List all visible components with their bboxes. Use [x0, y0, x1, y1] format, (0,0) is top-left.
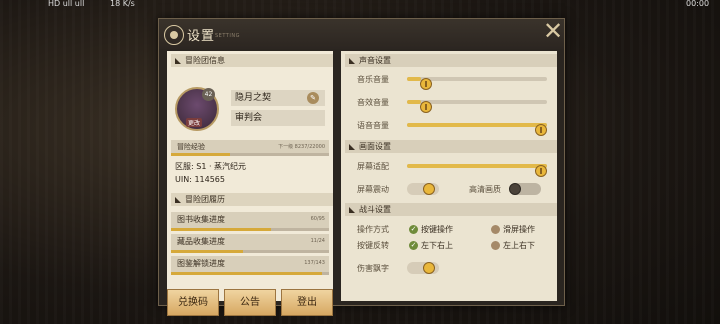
slider-knob-icon[interactable]: [535, 124, 547, 136]
sfx-volume-row: 音效音量: [345, 94, 553, 113]
history-value: 11/24: [310, 238, 325, 244]
page-title: 设置: [187, 29, 216, 44]
history-bar: [171, 228, 329, 231]
signal-indicator: HD ull ull: [48, 0, 85, 8]
music-volume-label: 音乐音量: [357, 75, 389, 84]
slider-knob-icon[interactable]: [535, 165, 547, 177]
history-bar-fill: [171, 272, 323, 275]
change-avatar-label[interactable]: 更改: [186, 118, 203, 127]
option-swipe-operation[interactable]: 滑屏操作: [491, 224, 535, 235]
exp-value: 下一级 8237/22000: [278, 144, 325, 150]
network-speed: 18 K/s: [110, 0, 135, 8]
history-row-collection: 藏品收集进度 11/24: [171, 234, 329, 253]
settings-emblem-icon: [164, 25, 184, 45]
music-volume-row: 音乐音量: [345, 71, 553, 90]
check-icon: ✓: [409, 225, 418, 234]
check-icon: ✓: [409, 241, 418, 250]
close-icon[interactable]: ✕: [543, 19, 563, 43]
screen-shake-toggle[interactable]: [407, 183, 439, 195]
sound-section-header: 声音设置: [345, 54, 557, 67]
key-reverse-label: 按键反转: [357, 241, 389, 250]
history-section-header: 冒险团履历: [171, 193, 333, 206]
history-bar: [171, 272, 329, 275]
clock: 00:00: [686, 0, 710, 8]
exp-label: 冒险经验: [177, 143, 205, 151]
history-label: 藏品收集进度: [177, 237, 225, 246]
history-value: 60/95: [310, 216, 325, 222]
page-subtitle: SETTING: [215, 33, 240, 39]
radio-off-icon: [491, 225, 500, 234]
guild-field: 审判会: [231, 110, 325, 126]
voice-volume-row: 语音音量: [345, 117, 553, 136]
hd-quality-label: 高清画质: [469, 185, 501, 194]
server-text: 区服: S1 · 蒸汽纪元: [175, 162, 247, 171]
voice-volume-label: 语音音量: [357, 121, 389, 130]
slider-knob-icon[interactable]: [419, 101, 432, 113]
sfx-volume-slider[interactable]: [407, 100, 547, 113]
settings-column: 声音设置 音乐音量 音效音量 语音音量 画面设置 屏幕适配 屏幕震动 高清画质 …: [341, 51, 557, 301]
level-badge: 42: [202, 88, 215, 101]
display-section-header: 画面设置: [345, 140, 557, 153]
settings-panel: 设置 SETTING ✕ 冒险团信息 42 更改 隐月之契 ✎ 审判会 冒险经验…: [158, 18, 565, 316]
exp-row: 冒险经验 下一级 8237/22000: [171, 140, 329, 153]
screen-fit-row: 屏幕适配: [345, 158, 553, 177]
music-volume-slider[interactable]: [407, 77, 547, 90]
operation-mode-row: 操作方式 ✓ 按键操作 滑屏操作: [345, 221, 553, 237]
option-left-down-right-up[interactable]: ✓ 左下右上: [409, 240, 453, 251]
voice-volume-slider[interactable]: [407, 123, 547, 136]
history-bar-fill: [171, 250, 244, 253]
damage-text-row: 伤害飘字: [345, 260, 553, 276]
screen-fit-label: 屏幕适配: [357, 162, 389, 171]
hd-quality-toggle[interactable]: [509, 183, 541, 195]
history-row-codex: 图鉴解锁进度 137/143: [171, 256, 329, 275]
screen-fit-slider[interactable]: [407, 164, 547, 177]
history-label: 图鉴解锁进度: [177, 259, 225, 268]
uin-text: UIN: 114565: [175, 175, 225, 184]
option-left-up-right-down[interactable]: 左上右下: [491, 240, 535, 251]
display-toggle-row: 屏幕震动 高清画质: [345, 181, 553, 197]
history-bar-fill: [171, 228, 271, 231]
status-bar: HD ull ull 18 K/s 00:00: [0, 0, 720, 10]
edit-name-icon[interactable]: ✎: [307, 92, 319, 104]
history-value: 137/143: [304, 260, 325, 266]
damage-text-toggle[interactable]: [407, 262, 439, 274]
history-label: 图书收集进度: [177, 215, 225, 224]
exp-bar: [171, 153, 329, 156]
redeem-code-button[interactable]: 兑换码: [167, 289, 219, 316]
sfx-volume-label: 音效音量: [357, 98, 389, 107]
profile-section-header: 冒险团信息: [171, 54, 333, 67]
title-bar: 设置 SETTING ✕: [159, 19, 564, 49]
operation-mode-label: 操作方式: [357, 225, 389, 234]
exp-bar-fill: [171, 153, 231, 156]
option-key-operation[interactable]: ✓ 按键操作: [409, 224, 453, 235]
notice-button[interactable]: 公告: [224, 289, 276, 316]
profile-column: 冒险团信息 42 更改 隐月之契 ✎ 审判会 冒险经验 下一级 8237/220…: [167, 51, 333, 316]
key-reverse-row: 按键反转 ✓ 左下右上 左上右下: [345, 237, 553, 253]
history-row-books: 图书收集进度 60/95: [171, 212, 329, 231]
history-bar: [171, 250, 329, 253]
slider-knob-icon[interactable]: [419, 78, 432, 90]
screen-shake-label: 屏幕震动: [357, 185, 389, 194]
logout-button[interactable]: 登出: [281, 289, 333, 316]
battle-section-header: 战斗设置: [345, 203, 557, 216]
damage-text-label: 伤害飘字: [357, 264, 389, 273]
radio-off-icon: [491, 241, 500, 250]
